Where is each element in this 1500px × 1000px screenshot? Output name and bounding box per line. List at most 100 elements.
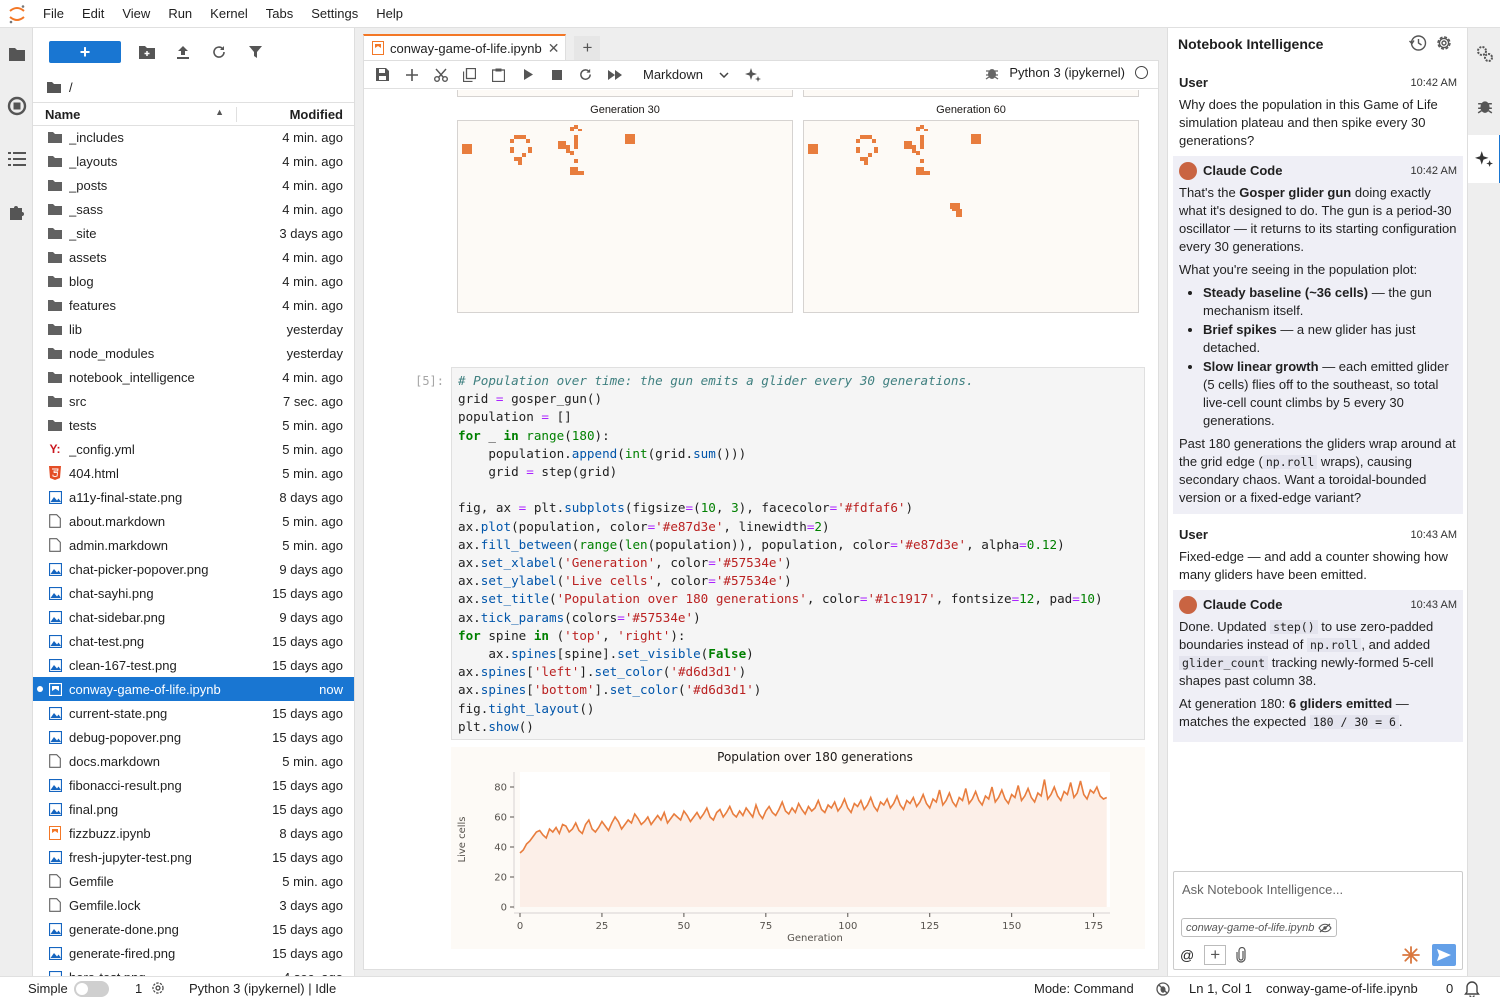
cut-icon[interactable] — [426, 63, 455, 87]
menu-view[interactable]: View — [113, 0, 159, 28]
file-row[interactable]: chat-picker-popover.png 9 days ago — [33, 557, 354, 581]
file-row[interactable]: assets 4 min. ago — [33, 245, 354, 269]
save-icon[interactable] — [368, 63, 397, 87]
terminal-count[interactable]: 1 — [135, 981, 142, 996]
context-file-chip[interactable]: conway-game-of-life.ipynb — [1181, 918, 1338, 937]
menu-settings[interactable]: Settings — [302, 0, 367, 28]
simple-mode-toggle[interactable] — [74, 981, 109, 997]
bell-icon[interactable] — [1464, 980, 1480, 997]
eye-off-icon[interactable] — [1318, 923, 1333, 933]
folder-icon — [48, 250, 62, 264]
restart-run-all-icon[interactable] — [600, 63, 629, 87]
file-row[interactable]: final.png 15 days ago — [33, 797, 354, 821]
notebook-intelligence-icon[interactable] — [1468, 135, 1500, 183]
restart-kernel-icon[interactable] — [571, 63, 600, 87]
file-row[interactable]: clean-167-test.png 15 days ago — [33, 653, 354, 677]
file-row[interactable]: lib yesterday — [33, 317, 354, 341]
file-row[interactable]: notebook_intelligence 4 min. ago — [33, 365, 354, 389]
file-row[interactable]: blog 4 min. ago — [33, 269, 354, 293]
kernel-name[interactable]: Python 3 (ipykernel) — [1009, 65, 1125, 80]
send-button[interactable] — [1432, 944, 1456, 966]
new-launcher-button[interactable]: + — [49, 41, 121, 63]
file-row[interactable]: chat-sidebar.png 9 days ago — [33, 605, 354, 629]
property-inspector-icon[interactable] — [1468, 30, 1500, 78]
file-row[interactable]: tests 5 min. ago — [33, 413, 354, 437]
paste-icon[interactable] — [484, 63, 513, 87]
run-cell-icon[interactable] — [513, 63, 542, 87]
file-row[interactable]: generate-done.png 15 days ago — [33, 917, 354, 941]
breadcrumb[interactable]: / — [33, 76, 354, 98]
menu-file[interactable]: File — [34, 0, 73, 28]
file-row[interactable]: Gemfile.lock 3 days ago — [33, 893, 354, 917]
notification-count[interactable]: 0 — [1446, 981, 1453, 996]
file-row[interactable]: _site 3 days ago — [33, 221, 354, 245]
menu-help[interactable]: Help — [367, 0, 412, 28]
upload-icon[interactable] — [165, 40, 201, 64]
menu-tabs[interactable]: Tabs — [257, 0, 302, 28]
file-row[interactable]: _sass 4 min. ago — [33, 197, 354, 221]
file-row[interactable]: current-state.png 15 days ago — [33, 701, 354, 725]
file-row[interactable]: conway-game-of-life.ipynb now — [33, 677, 354, 701]
stop-kernel-icon[interactable] — [542, 63, 571, 87]
add-context-icon[interactable]: + — [1204, 945, 1227, 965]
filter-icon[interactable] — [237, 40, 273, 64]
code-cell[interactable]: # Population over time: the gun emits a … — [451, 367, 1145, 740]
cursor-position[interactable]: Ln 1, Col 1 — [1189, 981, 1252, 996]
file-row[interactable]: fibonacci-result.png 15 days ago — [33, 773, 354, 797]
file-row[interactable]: fresh-jupyter-test.png 15 days ago — [33, 845, 354, 869]
chart-title: Population over 180 generations — [717, 750, 913, 764]
chat-input-box[interactable]: Ask Notebook Intelligence... conway-game… — [1173, 871, 1463, 970]
insert-cell-icon[interactable] — [397, 63, 426, 87]
notebook-content[interactable]: Generation 30 Generation 60 [5]: # Popul… — [364, 90, 1158, 969]
file-row[interactable]: _layouts 4 min. ago — [33, 149, 354, 173]
file-browser-icon[interactable] — [0, 36, 33, 72]
new-tab-button[interactable]: + — [574, 36, 601, 60]
file-row[interactable]: docs.markdown 5 min. ago — [33, 749, 354, 773]
file-row[interactable]: Y: _config.yml 5 min. ago — [33, 437, 354, 461]
attach-icon[interactable] — [1236, 947, 1246, 963]
cell-type-dropdown[interactable]: Markdown — [643, 67, 729, 82]
debugger-icon[interactable] — [1468, 82, 1500, 130]
file-row[interactable]: _posts 4 min. ago — [33, 173, 354, 197]
file-row[interactable]: generate-fired.png 15 days ago — [33, 941, 354, 965]
file-row[interactable]: chat-test.png 15 days ago — [33, 629, 354, 653]
gear-icon[interactable] — [1435, 34, 1453, 52]
mention-button[interactable]: @ — [1180, 947, 1194, 963]
breadcrumb-path[interactable]: / — [69, 80, 73, 95]
file-row[interactable]: 404.html 5 min. ago — [33, 461, 354, 485]
file-row[interactable]: chat-sayhi.png 15 days ago — [33, 581, 354, 605]
file-name: Gemfile.lock — [69, 897, 141, 913]
menu-edit[interactable]: Edit — [73, 0, 113, 28]
refresh-icon[interactable] — [201, 40, 237, 64]
copy-icon[interactable] — [455, 63, 484, 87]
history-icon[interactable] — [1409, 34, 1427, 52]
file-row[interactable]: features 4 min. ago — [33, 293, 354, 317]
chat-input-placeholder[interactable]: Ask Notebook Intelligence... — [1182, 882, 1343, 897]
menu-kernel[interactable]: Kernel — [201, 0, 257, 28]
no-bug-icon[interactable] — [1156, 982, 1170, 996]
file-row[interactable]: Gemfile 5 min. ago — [33, 869, 354, 893]
code-editor[interactable]: # Population over time: the gun emits a … — [458, 372, 1103, 736]
file-row[interactable]: fizzbuzz.ipynb 8 days ago — [33, 821, 354, 845]
close-tab-icon[interactable]: ✕ — [548, 40, 560, 57]
debugger-bug-icon[interactable] — [985, 66, 999, 80]
file-row[interactable]: hero-test.png4 sec. ago — [33, 965, 354, 976]
tab-notebook[interactable]: conway-game-of-life.ipynb ✕ — [363, 34, 567, 60]
kernel-gear-icon[interactable] — [151, 981, 165, 995]
file-row[interactable]: node_modules yesterday — [33, 341, 354, 365]
column-modified-header[interactable]: Modified — [237, 107, 354, 122]
file-row[interactable]: about.markdown 5 min. ago — [33, 509, 354, 533]
file-row[interactable]: admin.markdown 5 min. ago — [33, 533, 354, 557]
column-name-header[interactable]: Name ▲ — [33, 106, 237, 122]
running-terminals-icon[interactable] — [0, 88, 33, 124]
file-row[interactable]: debug-popover.png 15 days ago — [33, 725, 354, 749]
file-row[interactable]: src 7 sec. ago — [33, 389, 354, 413]
table-of-contents-icon[interactable] — [0, 141, 33, 177]
file-row[interactable]: _includes 4 min. ago — [33, 125, 354, 149]
kernel-status[interactable]: Python 3 (ipykernel) | Idle — [189, 981, 336, 996]
file-row[interactable]: a11y-final-state.png 8 days ago — [33, 485, 354, 509]
ai-sparkle-icon[interactable] — [739, 63, 768, 87]
extensions-icon[interactable] — [0, 194, 33, 230]
new-folder-icon[interactable] — [129, 40, 165, 64]
menu-run[interactable]: Run — [159, 0, 201, 28]
